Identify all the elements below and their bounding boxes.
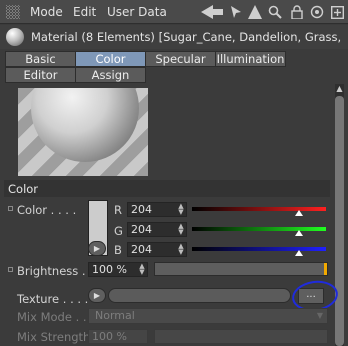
material-preview[interactable] — [18, 88, 148, 176]
material-title: Material (8 Elements) [Sugar_Cane, Dande… — [31, 30, 343, 44]
chevron-down-icon: ▼ — [316, 311, 323, 320]
animation-dot-icon[interactable] — [8, 206, 13, 211]
b-spinner-icon[interactable]: ▲ ▼ — [178, 243, 184, 256]
mix-strength-slider[interactable] — [154, 329, 328, 344]
g-slider-knob[interactable] — [295, 230, 304, 236]
tab-color[interactable]: Color — [75, 51, 146, 67]
tab-basic[interactable]: Basic — [5, 51, 76, 67]
tab-illumination[interactable]: Illumination — [215, 51, 286, 67]
texture-path-field[interactable] — [108, 288, 291, 303]
channel-g-label: G — [114, 224, 123, 238]
animation-dot-icon[interactable] — [8, 267, 13, 272]
mix-mode-dropdown[interactable]: Normal ▼ — [88, 308, 328, 324]
tab-editor[interactable]: Editor — [5, 67, 76, 83]
mix-mode-value: Normal — [95, 309, 135, 322]
lock-icon[interactable] — [289, 3, 305, 21]
cursor-icon[interactable] — [229, 3, 243, 21]
texture-label: Texture . . . . — [17, 292, 89, 306]
tab-specular[interactable]: Specular — [145, 51, 216, 67]
menu-edit[interactable]: Edit — [73, 5, 96, 19]
mix-strength-label: Mix Strength — [17, 330, 91, 344]
color-picker-toggle[interactable]: ▶ — [88, 241, 106, 256]
g-slider[interactable] — [192, 227, 326, 231]
channel-b-label: B — [114, 243, 122, 257]
color-label: Color . . . . — [17, 203, 77, 217]
target-icon[interactable] — [309, 3, 325, 21]
brightness-spinner-icon[interactable]: ▲ ▼ — [139, 263, 145, 276]
menu-user-data[interactable]: User Data — [107, 5, 167, 19]
b-slider-knob[interactable] — [295, 250, 304, 256]
section-header-color[interactable]: Color — [4, 180, 330, 197]
scrollbar-thumb[interactable] — [335, 96, 344, 346]
mix-strength-field[interactable]: 100 % — [88, 329, 148, 344]
g-spinner-icon[interactable]: ▲ ▼ — [178, 223, 184, 236]
up-arrow-icon[interactable] — [247, 3, 263, 21]
preview-sphere — [31, 88, 139, 162]
grip-icon[interactable] — [6, 5, 20, 19]
r-slider-knob[interactable] — [295, 210, 304, 216]
material-title-row: Material (8 Elements) [Sugar_Cane, Dande… — [0, 25, 348, 49]
menu-bar: Mode Edit User Data — [0, 0, 348, 24]
back-arrow-icon[interactable] — [200, 3, 224, 21]
menu-mode[interactable]: Mode — [30, 5, 63, 19]
material-sphere-icon — [6, 28, 24, 46]
tab-assign[interactable]: Assign — [75, 67, 146, 83]
brightness-slider[interactable] — [154, 262, 328, 276]
b-slider[interactable] — [192, 247, 326, 251]
texture-options-toggle[interactable]: ▶ — [88, 288, 106, 303]
channel-r-label: R — [114, 203, 122, 217]
brightness-label: Brightness . . — [17, 264, 93, 278]
r-slider[interactable] — [192, 207, 326, 211]
mix-mode-label: Mix Mode . . — [17, 310, 87, 324]
scroll-up-arrow-icon[interactable]: ▲ — [334, 84, 345, 94]
section-title: Color — [8, 182, 39, 196]
search-icon[interactable] — [267, 3, 283, 21]
new-window-icon[interactable] — [329, 3, 345, 21]
r-spinner-icon[interactable]: ▲ ▼ — [178, 203, 184, 216]
